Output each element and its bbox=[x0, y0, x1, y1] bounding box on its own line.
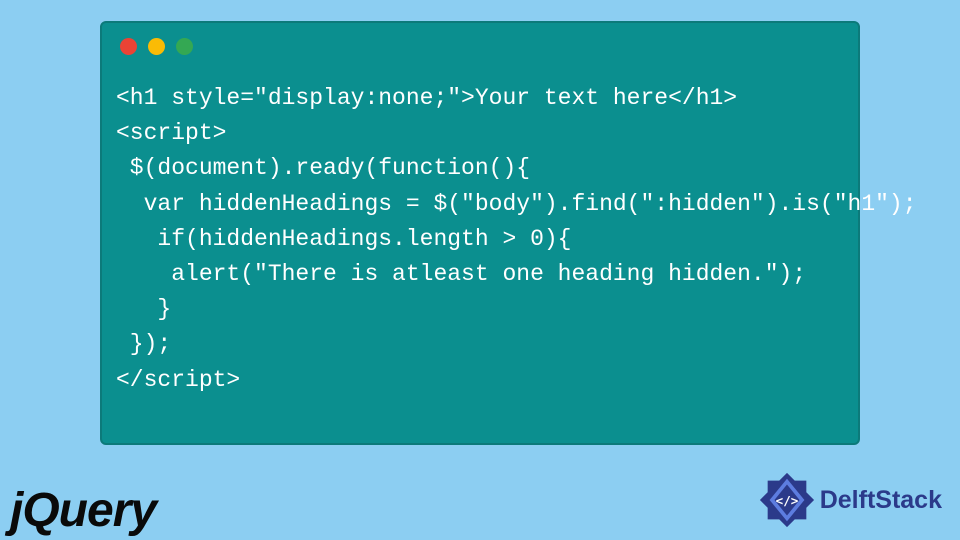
minimize-dot-icon bbox=[148, 38, 165, 55]
delft-prefix: Delft bbox=[820, 486, 876, 514]
code-line: }); bbox=[116, 331, 171, 357]
window-titlebar bbox=[102, 23, 858, 63]
code-line: if(hiddenHeadings.length > 0){ bbox=[116, 226, 571, 252]
maximize-dot-icon bbox=[176, 38, 193, 55]
code-window: <h1 style="display:none;">Your text here… bbox=[100, 21, 860, 445]
delft-suffix: Stack bbox=[875, 486, 942, 514]
delftstack-text: DelftStack bbox=[820, 486, 942, 515]
code-line: <h1 style="display:none;">Your text here… bbox=[116, 85, 737, 111]
code-line: } bbox=[116, 296, 171, 322]
code-line: </script> bbox=[116, 367, 240, 393]
code-line: <script> bbox=[116, 120, 226, 146]
code-line: var hiddenHeadings = $("body").find(":hi… bbox=[116, 191, 917, 217]
jquery-logo: jQuery bbox=[10, 483, 156, 538]
svg-text:</>: </> bbox=[775, 493, 798, 508]
code-line: $(document).ready(function(){ bbox=[116, 155, 530, 181]
delftstack-logo: </> DelftStack bbox=[758, 471, 942, 529]
code-line: alert("There is atleast one heading hidd… bbox=[116, 261, 806, 287]
close-dot-icon bbox=[120, 38, 137, 55]
delftstack-icon: </> bbox=[758, 471, 816, 529]
code-block: <h1 style="display:none;">Your text here… bbox=[102, 63, 858, 410]
